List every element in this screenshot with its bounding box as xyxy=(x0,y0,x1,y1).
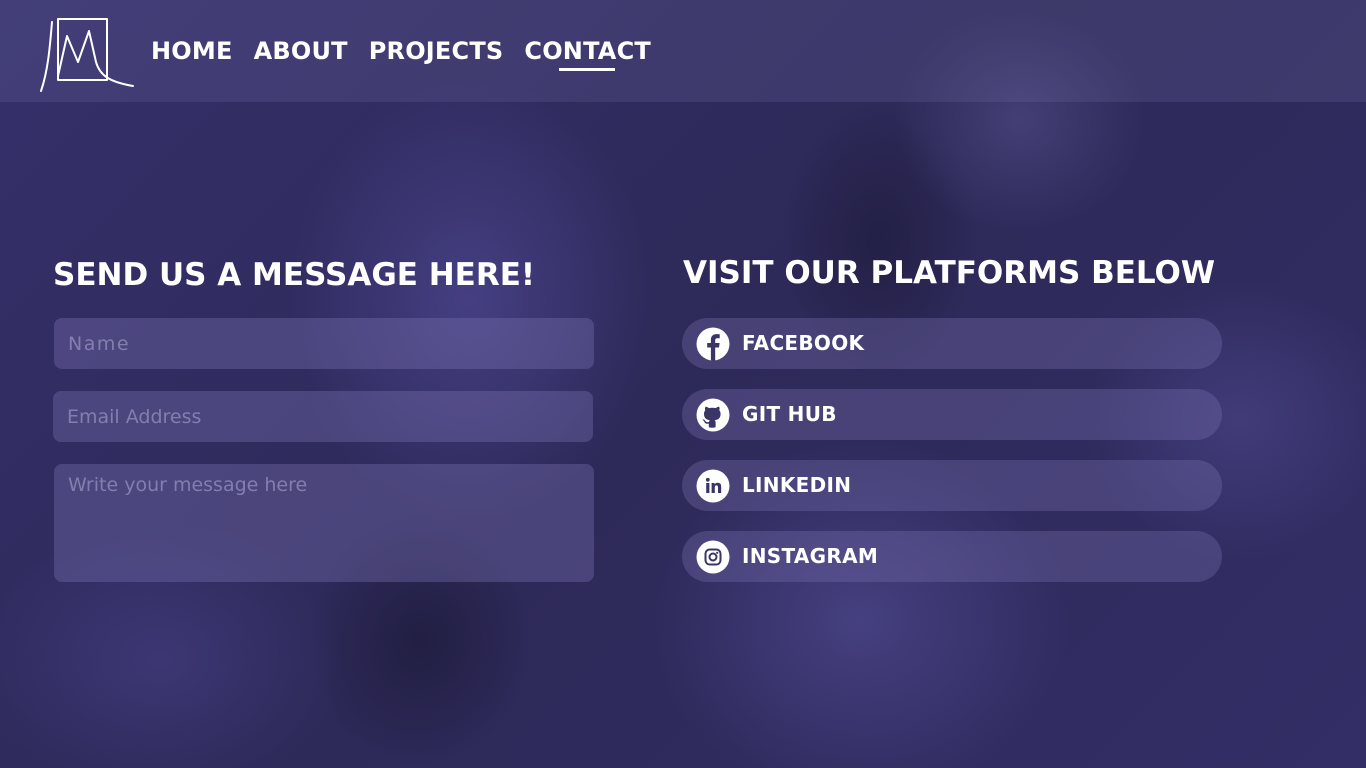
nav-label-about: ABOUT xyxy=(253,37,348,65)
platform-linkedin-button[interactable]: LINKEDIN xyxy=(682,460,1222,511)
nav-item-home[interactable]: HOME xyxy=(151,34,233,68)
platform-label-instagram: INSTAGRAM xyxy=(742,544,879,568)
platform-label-github: GIT HUB xyxy=(742,402,837,426)
site-header: HOME ABOUT PROJECTS CONTACT xyxy=(0,0,1366,102)
nav-item-about[interactable]: ABOUT xyxy=(254,34,348,68)
platforms-heading: VISIT OUR PLATFORMS BELOW xyxy=(683,255,1216,291)
platform-github-button[interactable]: GIT HUB xyxy=(682,389,1222,440)
nav-item-contact[interactable]: CONTACT xyxy=(524,34,651,71)
nav-label-home: HOME xyxy=(151,37,233,65)
logo-icon[interactable] xyxy=(38,16,136,96)
nav-label-projects: PROJECTS xyxy=(368,37,504,65)
email-input[interactable] xyxy=(53,391,593,442)
active-nav-underline xyxy=(559,68,616,71)
message-textarea[interactable] xyxy=(54,464,594,582)
instagram-icon xyxy=(696,540,730,574)
main-nav: HOME ABOUT PROJECTS CONTACT xyxy=(151,34,651,71)
platform-facebook-button[interactable]: FACEBOOK xyxy=(682,318,1222,369)
platform-label-facebook: FACEBOOK xyxy=(742,331,865,355)
name-input[interactable] xyxy=(54,318,594,369)
form-heading: SEND US A MESSAGE HERE! xyxy=(53,257,536,293)
background-image xyxy=(0,0,1366,768)
github-icon xyxy=(696,398,730,432)
platform-label-linkedin: LINKEDIN xyxy=(742,473,852,497)
nav-label-contact: CONTACT xyxy=(524,37,651,65)
linkedin-icon xyxy=(696,469,730,503)
facebook-icon xyxy=(696,327,730,361)
nav-item-projects[interactable]: PROJECTS xyxy=(369,34,504,68)
platform-instagram-button[interactable]: INSTAGRAM xyxy=(682,531,1222,582)
